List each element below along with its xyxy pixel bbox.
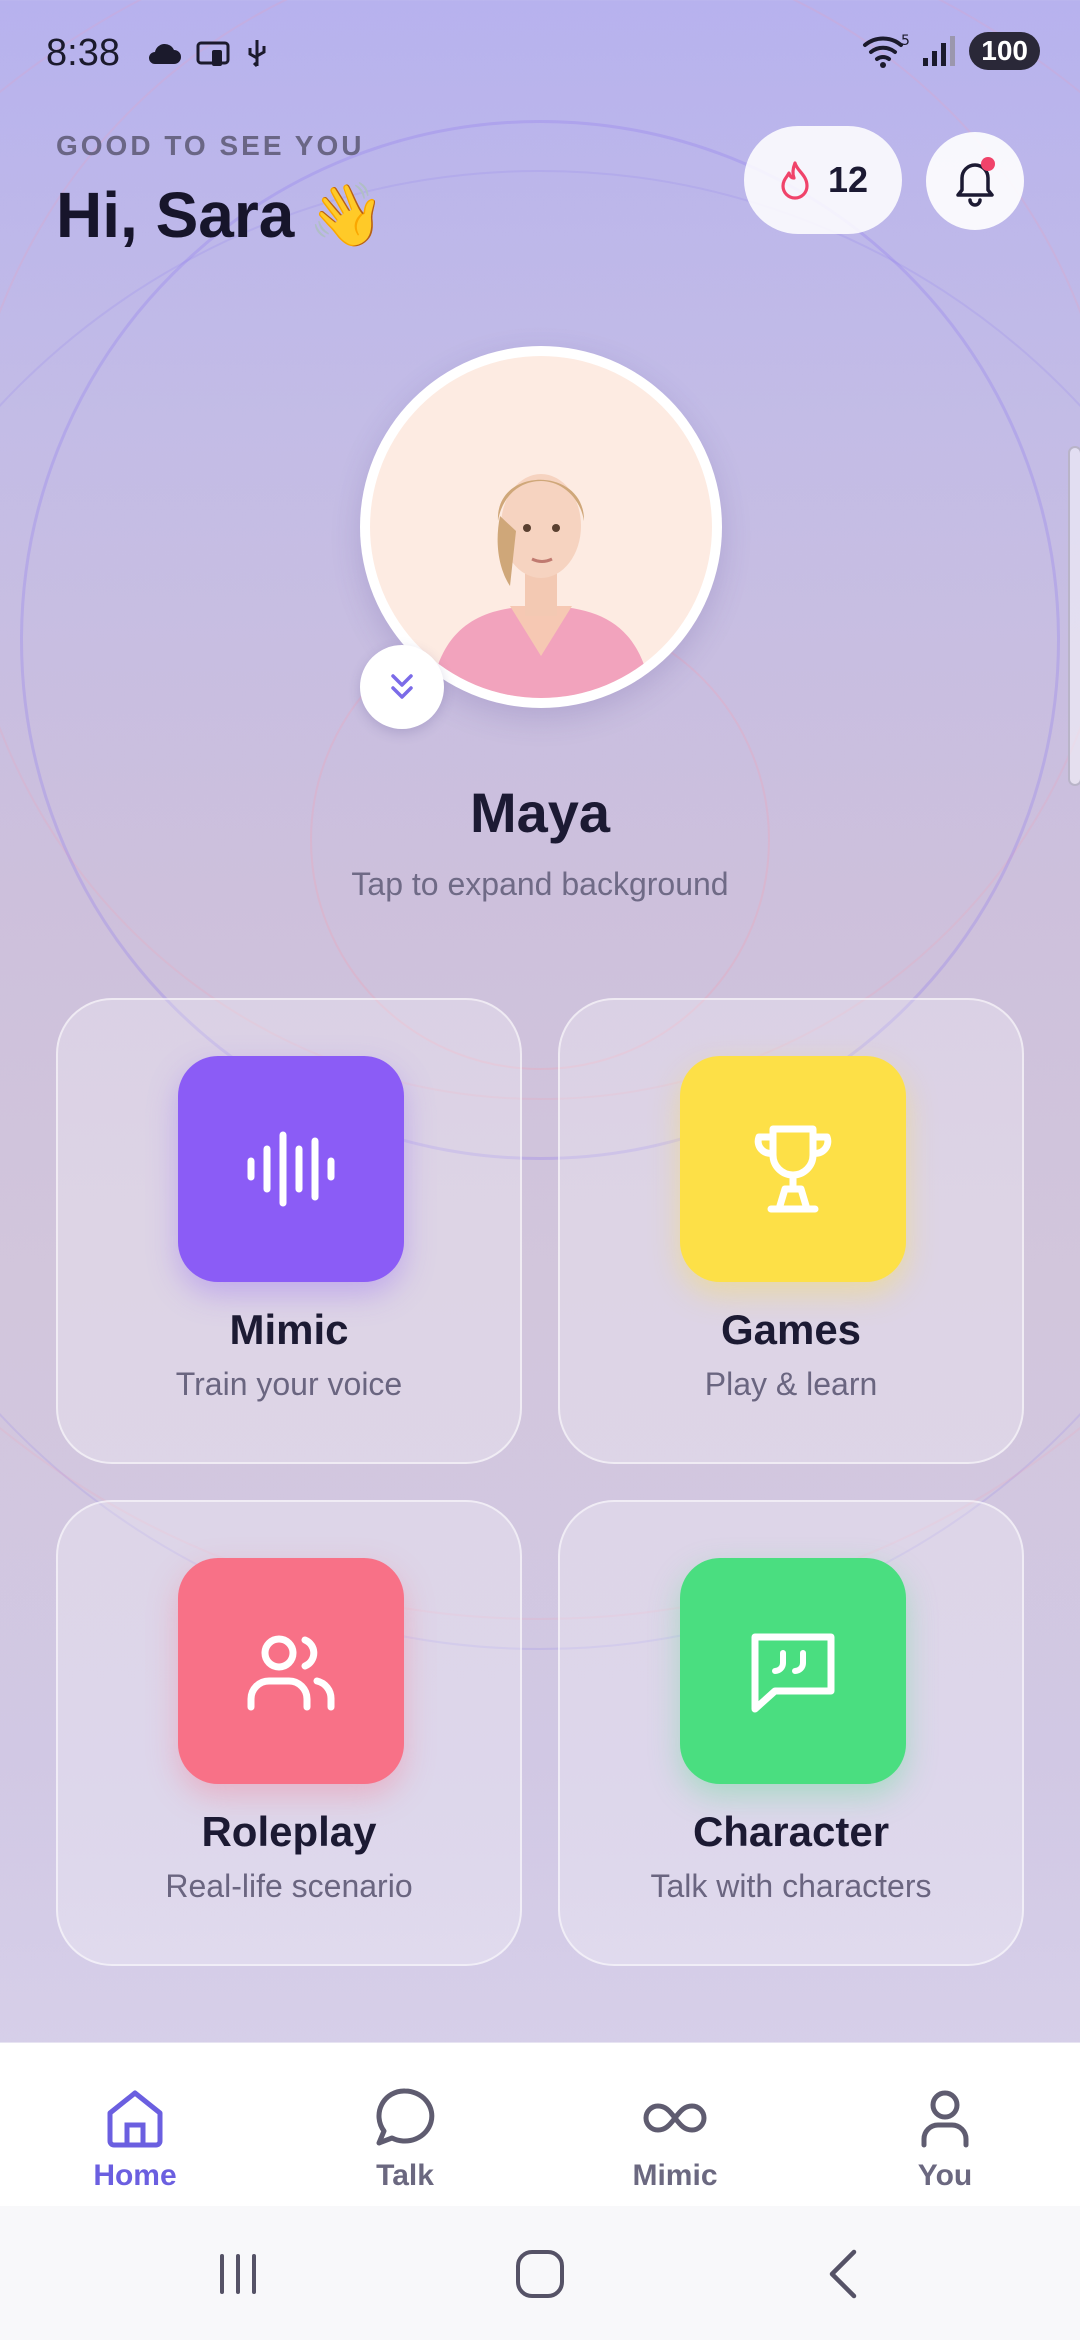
character-card-title: Character [692, 1808, 890, 1855]
character-hint: Tap to expand background [351, 866, 729, 902]
roleplay-card-title: Roleplay [201, 1808, 377, 1855]
greeting-name: Hi, Sara [56, 179, 295, 251]
nav-mimic[interactable]: Mimic [540, 2043, 810, 2207]
cloud-icon [149, 43, 181, 64]
status-left-icons [146, 38, 268, 70]
nav-you[interactable]: You [810, 2043, 1080, 2207]
games-card-title: Games [720, 1306, 862, 1353]
roleplay-card-icon [178, 1558, 404, 1784]
bottom-navigation: Home Talk Mimic You [0, 2042, 1080, 2206]
mimic-card-subtitle: Train your voice [175, 1366, 403, 1402]
character-card[interactable]: Character Talk with characters [558, 1500, 1024, 1966]
quote-bubble-icon [751, 1633, 835, 1713]
home-system-button[interactable] [508, 2242, 572, 2306]
streak-button[interactable]: 12 [744, 126, 902, 234]
notifications-button[interactable] [926, 132, 1024, 230]
signal-icon [923, 36, 956, 66]
status-time: 8:38 [46, 32, 120, 74]
bell-icon [956, 157, 995, 207]
character-portrait [370, 356, 712, 698]
character-card-subtitle: Talk with characters [650, 1868, 932, 1904]
system-navigation-bar [0, 2206, 1080, 2340]
recent-apps-button[interactable] [206, 2242, 270, 2306]
nav-talk[interactable]: Talk [270, 2043, 540, 2207]
nav-mimic-label: Mimic [632, 2159, 718, 2192]
nav-you-label: You [917, 2159, 973, 2192]
trophy-icon [754, 1125, 832, 1213]
games-card[interactable]: Games Play & learn [558, 998, 1024, 1464]
wave-emoji-icon: 👋 [308, 180, 386, 250]
status-bar: 8:38 5 100 [0, 0, 1080, 112]
streak-count: 12 [827, 159, 869, 200]
greeting-subtitle: GOOD TO SEE YOU [56, 130, 365, 161]
home-square-icon [516, 2250, 564, 2298]
nav-home[interactable]: Home [0, 2043, 270, 2207]
flame-icon [781, 161, 809, 200]
expand-background-button[interactable] [360, 645, 444, 729]
status-right-icons: 5 100 [861, 32, 1040, 70]
character-card-icon [680, 1558, 906, 1784]
back-chevron-icon [829, 2249, 857, 2299]
double-chevron-down-icon [391, 674, 413, 699]
nav-home-label: Home [93, 2159, 177, 2192]
infinity-icon [643, 2103, 707, 2133]
recent-apps-icon [220, 2254, 256, 2294]
greeting-title: Hi, Sara 👋 [56, 178, 386, 252]
users-icon [247, 1635, 335, 1711]
mimic-card-icon [178, 1056, 404, 1282]
waveform-icon [247, 1131, 335, 1207]
games-card-icon [680, 1056, 906, 1282]
battery-indicator: 100 [969, 32, 1040, 70]
svg-text:5: 5 [901, 33, 909, 49]
nav-talk-label: Talk [376, 2159, 434, 2192]
home-icon [107, 2090, 163, 2148]
person-icon [921, 2090, 969, 2148]
mimic-card[interactable]: Mimic Train your voice [56, 998, 522, 1464]
character-figure-icon [430, 474, 652, 698]
back-button[interactable] [812, 2242, 876, 2306]
character-name: Maya [469, 781, 611, 844]
games-card-subtitle: Play & learn [704, 1366, 878, 1402]
mimic-card-title: Mimic [229, 1306, 349, 1353]
wifi-icon: 5 [863, 33, 909, 68]
cast-icon [196, 41, 230, 66]
roleplay-card[interactable]: Roleplay Real-life scenario [56, 1500, 522, 1966]
usb-icon [248, 40, 266, 68]
chat-bubble-icon [376, 2088, 435, 2146]
roleplay-card-subtitle: Real-life scenario [165, 1868, 413, 1904]
side-panel-handle[interactable] [1068, 446, 1080, 786]
